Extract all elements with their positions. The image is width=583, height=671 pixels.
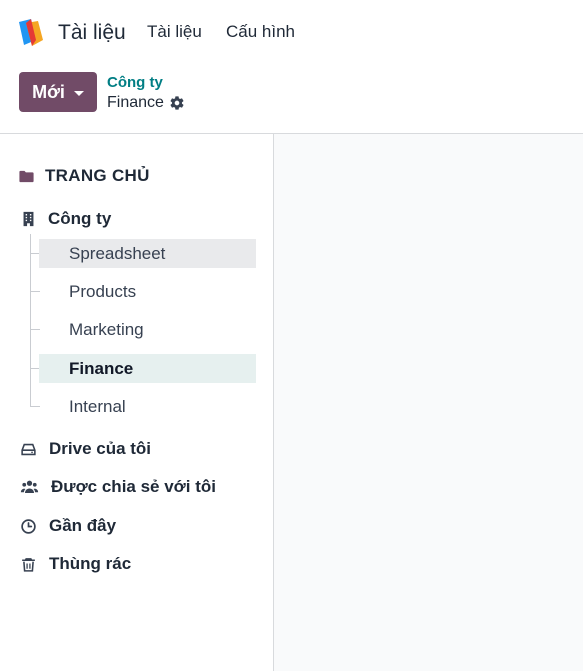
gear-icon[interactable] bbox=[169, 95, 185, 111]
nav-configuration[interactable]: Cấu hình bbox=[226, 22, 295, 42]
sidebar-item-company-label: Công ty bbox=[48, 209, 112, 228]
sidebar-item-shared-with-me[interactable]: Được chia sẻ với tôi bbox=[20, 477, 216, 497]
sidebar-item-marketing[interactable]: Marketing bbox=[39, 315, 256, 344]
sidebar-item-label: Drive của tôi bbox=[49, 439, 152, 458]
sidebar-item-label: Marketing bbox=[69, 319, 144, 339]
sidebar-item-spreadsheet[interactable]: Spreadsheet bbox=[39, 239, 256, 268]
sidebar-item-label: Spreadsheet bbox=[69, 243, 166, 263]
new-button-label: Mới bbox=[32, 81, 65, 102]
sidebar-item-label: Gần đây bbox=[49, 516, 117, 535]
top-navbar: Tài liệu Tài liệu Cấu hình bbox=[0, 0, 583, 64]
app-name[interactable]: Tài liệu bbox=[58, 21, 126, 45]
new-button[interactable]: Mới bbox=[19, 72, 97, 112]
app-logo-icon[interactable] bbox=[16, 18, 46, 48]
breadcrumb-parent[interactable]: Công ty bbox=[107, 74, 163, 91]
sidebar-item-my-drive[interactable]: Drive của tôi bbox=[20, 439, 151, 459]
hard-drive-icon bbox=[21, 443, 36, 455]
sidebar-item-label: Thùng rác bbox=[49, 554, 132, 573]
nav-documents[interactable]: Tài liệu bbox=[147, 22, 202, 42]
sidebar-item-label: Được chia sẻ với tôi bbox=[51, 477, 216, 496]
sidebar-item-label: Products bbox=[69, 281, 137, 301]
sidebar-item-internal[interactable]: Internal bbox=[39, 392, 256, 421]
trash-icon bbox=[22, 557, 35, 572]
building-icon bbox=[23, 211, 34, 227]
caret-down-icon bbox=[73, 90, 84, 96]
folder-icon bbox=[19, 170, 34, 182]
sidebar-item-label: Internal bbox=[69, 396, 126, 416]
sidebar-item-finance[interactable]: Finance bbox=[39, 354, 256, 383]
tree-connector bbox=[30, 234, 31, 407]
sidebar-root-label: TRANG CHỦ bbox=[45, 166, 150, 185]
breadcrumb-current: Finance bbox=[107, 94, 185, 112]
breadcrumb-current-label: Finance bbox=[107, 94, 164, 111]
users-icon bbox=[20, 480, 39, 493]
main-content-area bbox=[274, 134, 583, 671]
sidebar-item-products[interactable]: Products bbox=[39, 277, 256, 306]
sidebar-item-trash[interactable]: Thùng rác bbox=[20, 554, 131, 574]
sidebar-item-company[interactable]: Công ty bbox=[20, 209, 111, 229]
clock-icon bbox=[21, 518, 36, 534]
sidebar-item-recent[interactable]: Gần đây bbox=[20, 516, 116, 536]
sidebar-item-label: Finance bbox=[69, 358, 134, 378]
sidebar-root[interactable]: TRANG CHỦ bbox=[18, 166, 150, 186]
